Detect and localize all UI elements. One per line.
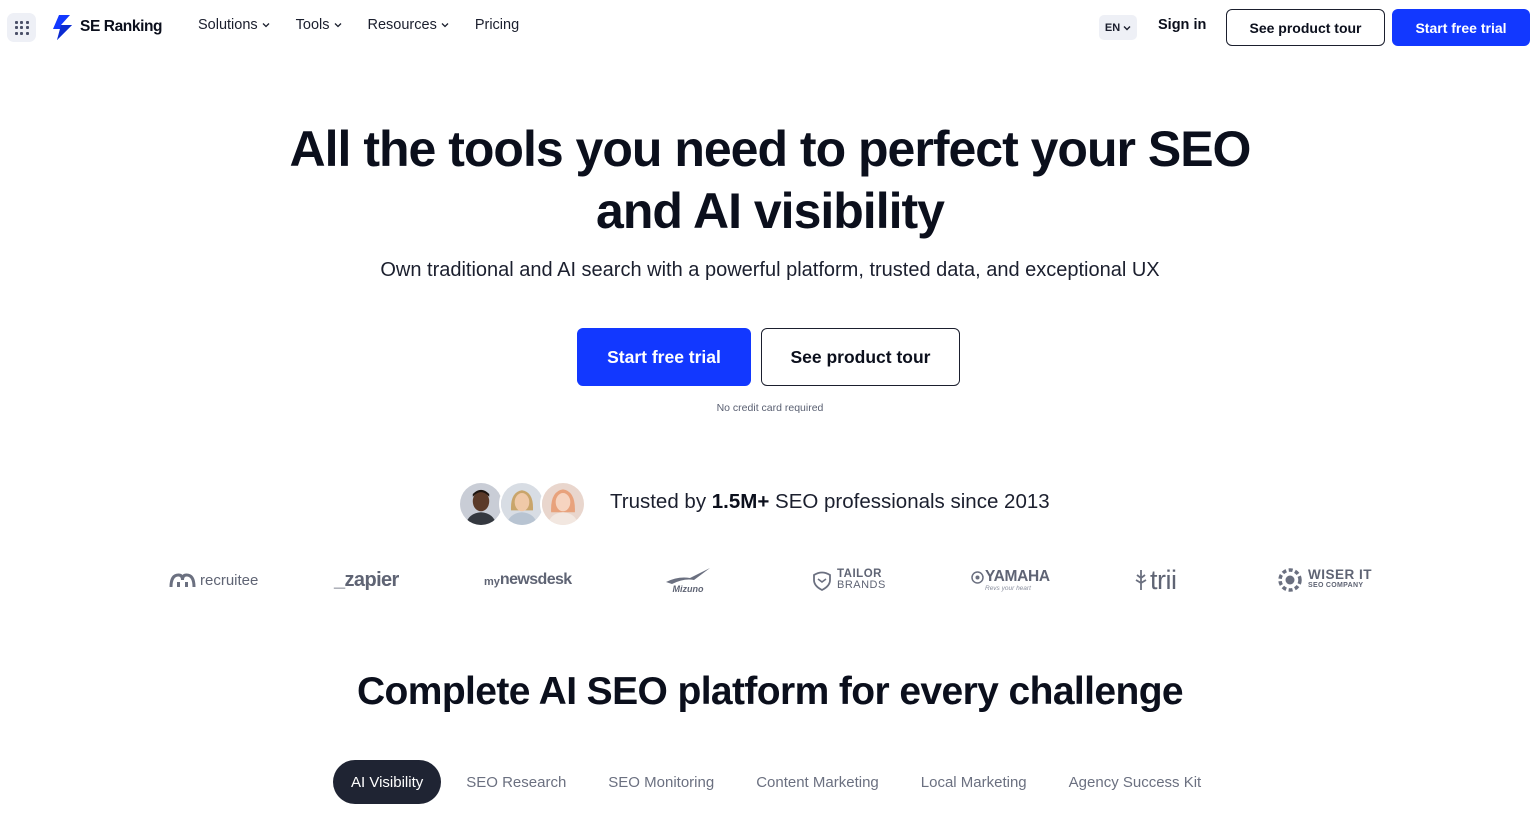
tab-seo-monitoring[interactable]: SEO Monitoring [587, 760, 735, 804]
section-title: Complete AI SEO platform for every chall… [356, 670, 1184, 713]
client-logos: recruitee _zapier my newsdesk Mizuno TAI… [0, 558, 1540, 602]
avatar [499, 481, 545, 527]
trusted-by-text: Trusted by 1.5M+ SEO professionals since… [610, 490, 1050, 514]
recruitee-text: recruitee [200, 571, 259, 589]
chevron-down-icon [262, 23, 270, 28]
chevron-down-icon [334, 23, 341, 28]
tab-local-marketing[interactable]: Local Marketing [900, 760, 1048, 804]
avatar [458, 481, 504, 527]
language-selector[interactable]: EN [1099, 15, 1137, 40]
tab-agency-success-kit[interactable]: Agency Success Kit [1048, 760, 1223, 804]
chevron-down-icon [441, 23, 449, 28]
yamaha-tuning-fork-icon [971, 570, 984, 584]
logo-text: SE Ranking [80, 18, 163, 35]
logo-wiser-it: WISER IT SEO COMPANY [1276, 558, 1372, 602]
avatar [540, 481, 586, 527]
tab-seo-research[interactable]: SEO Research [445, 760, 587, 804]
logo-trii: trii [1134, 558, 1177, 602]
tab-content-marketing[interactable]: Content Marketing [735, 760, 900, 804]
nav-resources-label: Resources [367, 17, 437, 33]
logo-tailor-brands: TAILOR BRANDS [811, 558, 886, 602]
header-product-tour-button[interactable]: See product tour [1226, 9, 1385, 46]
sign-in-link[interactable]: Sign in [1158, 17, 1206, 33]
yamaha-tagline: Revs your heart [985, 585, 1031, 592]
nav-solutions-label: Solutions [198, 17, 258, 33]
trii-tree-icon [1135, 570, 1147, 590]
nav-tools-label: Tools [295, 17, 330, 33]
hero-subtitle: Own traditional and AI search with a pow… [380, 259, 1160, 281]
tailor-brands-icon [813, 571, 831, 591]
nav-solutions[interactable]: Solutions [198, 17, 270, 33]
zapier-text: _zapier [334, 568, 399, 591]
hero-start-trial-button[interactable]: Start free trial [577, 328, 751, 386]
hero-title: All the tools you need to perfect your S… [0, 118, 1540, 242]
chevron-down-icon [1123, 25, 1131, 30]
mynewsdesk-text: newsdesk [499, 571, 572, 588]
seo-company-text: SEO COMPANY [1308, 582, 1364, 589]
nav-tools[interactable]: Tools [296, 17, 342, 33]
nav-pricing[interactable]: Pricing [475, 17, 519, 33]
wiser-it-text: WISER IT [1308, 567, 1372, 582]
nav-resources[interactable]: Resources [368, 17, 449, 33]
se-ranking-logo[interactable]: SE Ranking [50, 13, 163, 41]
logo-recruitee: recruitee [169, 558, 258, 602]
feature-tabs: AI Visibility SEO Research SEO Monitorin… [333, 760, 1222, 804]
tab-ai-visibility[interactable]: AI Visibility [333, 760, 442, 804]
mizuno-text: Mizuno [672, 584, 704, 594]
mizuno-runbird-icon [666, 568, 710, 584]
trusted-prefix: Trusted by [610, 490, 712, 513]
brands-text: BRANDS [837, 579, 886, 591]
trusted-count: 1.5M+ [711, 490, 770, 513]
yamaha-text: YAMAHA [985, 568, 1050, 585]
wiser-it-gear-icon [1278, 568, 1302, 592]
language-label: EN [1104, 21, 1121, 34]
mynewsdesk-prefix: my [484, 576, 500, 588]
hero-title-line-1: All the tools you need to perfect your S… [289, 121, 1252, 177]
logo-zapier: _zapier [334, 558, 399, 602]
hero-title-line-2: and AI visibility [596, 183, 945, 239]
apps-grid-icon[interactable] [7, 13, 36, 42]
main-nav: Solutions Tools Resources Pricing [198, 17, 519, 33]
user-avatars [458, 481, 588, 527]
se-ranking-bolt-icon [53, 14, 72, 40]
nav-pricing-label: Pricing [474, 17, 520, 33]
trii-text: trii [1150, 564, 1177, 595]
logo-yamaha: YAMAHA Revs your heart [971, 558, 1050, 602]
site-header: SE Ranking Solutions Tools Resources Pri… [0, 0, 1540, 54]
recruitee-icon [169, 573, 196, 588]
logo-mynewsdesk: my newsdesk [484, 558, 572, 602]
no-credit-card-note: No credit card required [716, 402, 824, 414]
logo-mizuno: Mizuno [664, 558, 712, 602]
trusted-suffix: SEO professionals since 2013 [769, 490, 1050, 513]
header-start-trial-button[interactable]: Start free trial [1392, 9, 1530, 46]
hero-product-tour-button[interactable]: See product tour [761, 328, 960, 386]
